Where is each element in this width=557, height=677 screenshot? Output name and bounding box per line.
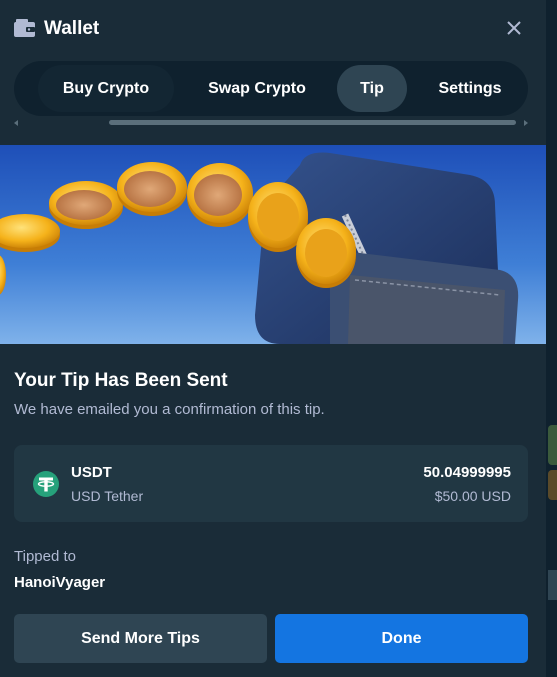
wallet-tabs: Buy Crypto Swap Crypto Tip Settings (14, 61, 528, 116)
close-icon[interactable] (504, 18, 524, 38)
tip-sent-title: Your Tip Has Been Sent (14, 370, 228, 391)
recipient-username: HanoiVyager (14, 574, 106, 591)
tip-sent-subtitle: We have emailed you a confirmation of th… (14, 401, 325, 418)
tab-swap-crypto[interactable]: Swap Crypto (190, 65, 324, 112)
background-fragment (548, 425, 557, 465)
done-button[interactable]: Done (275, 614, 528, 663)
background-fragment (548, 570, 557, 600)
tip-summary-card: USDT USD Tether 50.04999995 $50.00 USD (14, 445, 528, 522)
currency-name: USD Tether (71, 488, 144, 504)
tab-tip[interactable]: Tip (337, 65, 407, 112)
tipped-to-label: Tipped to (14, 548, 76, 565)
wallet-modal: Wallet Buy Crypto Swap Crypto Tip Settin… (0, 0, 546, 677)
modal-header: Wallet (14, 14, 534, 42)
background-fragment (548, 470, 557, 500)
background-page-edge (546, 0, 557, 677)
tip-amount: 50.04999995 (423, 464, 511, 481)
scrollbar-thumb[interactable] (109, 120, 516, 125)
tip-banner-image (0, 145, 546, 344)
tether-icon (33, 471, 59, 497)
scroll-left-icon[interactable] (14, 120, 18, 126)
tip-usd-value: $50.00 USD (434, 488, 511, 504)
tabs-scrollbar[interactable] (14, 119, 528, 127)
send-more-tips-button[interactable]: Send More Tips (14, 614, 267, 663)
modal-title: Wallet (44, 18, 100, 39)
scroll-right-icon[interactable] (524, 120, 528, 126)
wallet-icon (14, 19, 35, 37)
tab-settings[interactable]: Settings (421, 65, 519, 112)
tab-buy-crypto[interactable]: Buy Crypto (38, 65, 174, 112)
currency-symbol: USDT (71, 464, 112, 481)
